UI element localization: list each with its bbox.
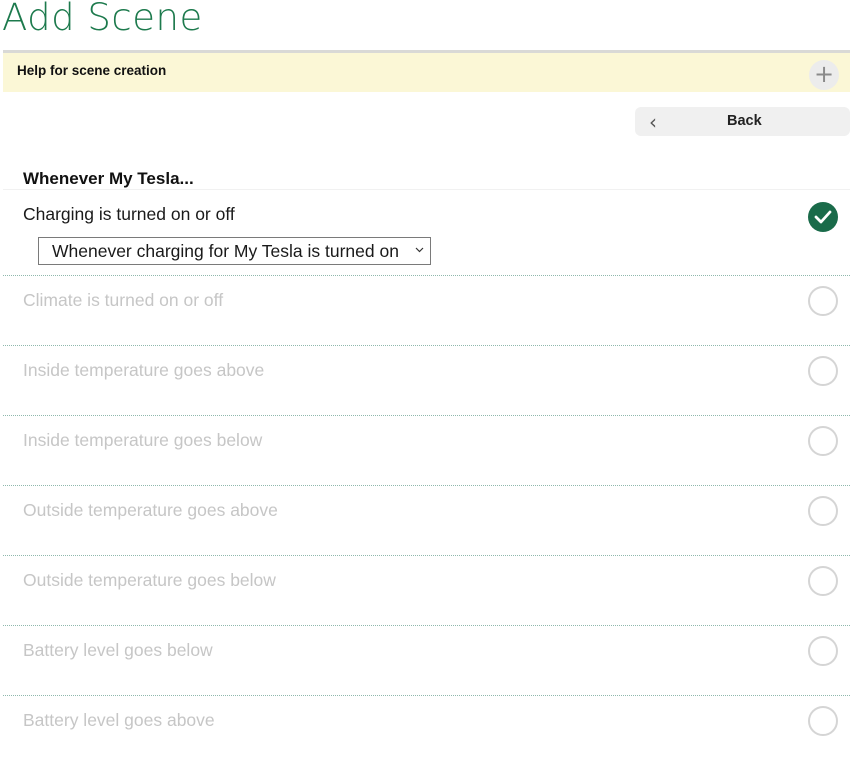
radio-circle-icon[interactable] <box>808 286 838 316</box>
trigger-label: Inside temperature goes above <box>23 360 265 380</box>
trigger-option-battery-below[interactable]: Battery level goes below <box>3 626 850 696</box>
trigger-label: Inside temperature goes below <box>23 430 263 450</box>
chevron-down-icon <box>415 247 424 253</box>
section-heading: Whenever My Tesla... <box>23 169 194 188</box>
trigger-label: Charging is turned on or off <box>23 204 235 224</box>
back-label: Back <box>727 113 762 129</box>
radio-circle-icon[interactable] <box>808 496 838 526</box>
trigger-label: Battery level goes above <box>23 710 215 730</box>
radio-circle-icon[interactable] <box>808 426 838 456</box>
radio-circle-icon[interactable] <box>808 706 838 736</box>
trigger-option-inside-temp-below[interactable]: Inside temperature goes below <box>3 416 850 486</box>
trigger-option-charging[interactable]: Charging is turned on or off Whenever ch… <box>3 189 850 276</box>
radio-circle-icon[interactable] <box>808 636 838 666</box>
trigger-option-battery-above[interactable]: Battery level goes above <box>3 696 850 761</box>
select-value: Whenever charging for My Tesla is turned… <box>52 241 399 261</box>
help-bar[interactable]: Help for scene creation + <box>3 50 850 92</box>
radio-circle-icon[interactable] <box>808 566 838 596</box>
trigger-option-outside-temp-above[interactable]: Outside temperature goes above <box>3 486 850 556</box>
trigger-option-climate[interactable]: Climate is turned on or off <box>3 276 850 346</box>
trigger-label: Outside temperature goes below <box>23 570 276 590</box>
check-icon <box>814 210 832 224</box>
trigger-label: Battery level goes below <box>23 640 213 660</box>
trigger-option-outside-temp-below[interactable]: Outside temperature goes below <box>3 556 850 626</box>
trigger-label: Climate is turned on or off <box>23 290 224 310</box>
radio-circle-icon[interactable] <box>808 356 838 386</box>
trigger-option-inside-temp-above[interactable]: Inside temperature goes above <box>3 346 850 416</box>
plus-icon[interactable]: + <box>809 60 839 90</box>
charging-event-select[interactable]: Whenever charging for My Tesla is turned… <box>38 237 431 265</box>
chevron-left-icon: ‹ <box>649 110 657 134</box>
trigger-label: Outside temperature goes above <box>23 500 278 520</box>
back-button[interactable]: ‹ Back <box>635 107 850 136</box>
check-circle-icon[interactable] <box>808 202 838 232</box>
page-title: Add Scene <box>2 0 203 39</box>
help-label: Help for scene creation <box>17 63 167 78</box>
